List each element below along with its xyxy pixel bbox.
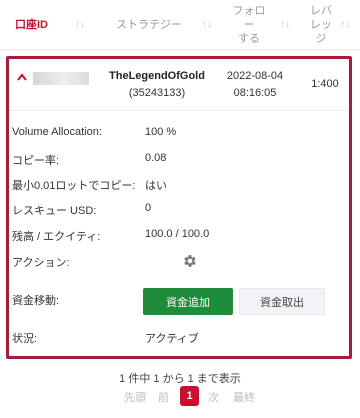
sort-icon[interactable]: ↑↓ — [340, 19, 350, 30]
balance-equity-value: 100.0 / 100.0 — [145, 228, 210, 240]
status-label: 状況: — [12, 333, 38, 345]
fund-move-label: 資金移動: — [12, 295, 60, 307]
min-lot-value: はい — [145, 180, 167, 192]
volume-allocation-label: Volume Allocation: — [12, 126, 102, 138]
gear-icon[interactable] — [182, 253, 198, 269]
volume-allocation-value: 100 % — [145, 126, 177, 138]
sort-icon[interactable]: ↑↓ — [75, 19, 85, 30]
column-header-label: 口座ID — [15, 19, 48, 31]
min-lot-label: 最小0.01ロットでコピー: — [12, 180, 136, 192]
table-header: 口座ID ↑↓ ストラテジー ↑↓ フォロー する ↑↓ レバ レッジ ↑↓ — [0, 0, 360, 50]
column-header-follow[interactable]: フォロー する — [228, 0, 270, 50]
column-header-label: フォロー する — [232, 5, 266, 45]
pagination: 先頭 前 1 次 最終 — [0, 385, 360, 407]
action-label: アクション: — [12, 257, 70, 269]
rescue-value: 0 — [145, 202, 152, 214]
column-header-strategy[interactable]: ストラテジー — [116, 0, 182, 50]
pagination-summary: 1 件中 1 から 1 まで表示 — [119, 373, 241, 385]
status-value: アクティブ — [145, 333, 199, 345]
pagination-last[interactable]: 最終 — [233, 389, 255, 405]
strategy-id: (35243133) — [128, 87, 186, 99]
column-header-label: レバ レッジ — [310, 5, 332, 45]
column-header-label: ストラテジー — [116, 19, 182, 31]
chevron-up-icon-svg — [17, 73, 27, 81]
withdraw-funds-button[interactable]: 資金取出 — [239, 288, 325, 315]
rescue-label: レスキュー USD: — [12, 205, 97, 217]
add-funds-button[interactable]: 資金追加 — [143, 288, 233, 315]
column-header-account-id[interactable]: 口座ID — [15, 0, 48, 50]
column-header-leverage[interactable]: レバ レッジ — [309, 0, 333, 50]
gear-icon-svg — [184, 255, 196, 267]
balance-equity-label: 残高 / エクイティ: — [12, 231, 101, 243]
pagination-first[interactable]: 先頭 — [124, 389, 146, 405]
table-row[interactable]: TheLegendOfGold (35243133) 2022-08-04 08… — [9, 59, 349, 111]
follow-date: 2022-08-04 — [226, 70, 284, 82]
copy-rate-value: 0.08 — [145, 152, 167, 164]
chevron-up-icon[interactable] — [17, 73, 27, 84]
pagination-prev[interactable]: 前 — [158, 389, 169, 405]
leverage-value: 1:400 — [311, 78, 339, 90]
strategy-name[interactable]: TheLegendOfGold — [103, 70, 211, 82]
copy-rate-label: コピー率: — [12, 155, 60, 167]
account-id-redacted — [33, 72, 89, 85]
pagination-next[interactable]: 次 — [208, 389, 219, 405]
pagination-current-page[interactable]: 1 — [180, 386, 199, 406]
follow-time: 08:16:05 — [233, 87, 277, 99]
sort-icon[interactable]: ↑↓ — [202, 19, 212, 30]
expanded-account-row: TheLegendOfGold (35243133) 2022-08-04 08… — [6, 56, 352, 359]
sort-icon[interactable]: ↑↓ — [280, 19, 290, 30]
